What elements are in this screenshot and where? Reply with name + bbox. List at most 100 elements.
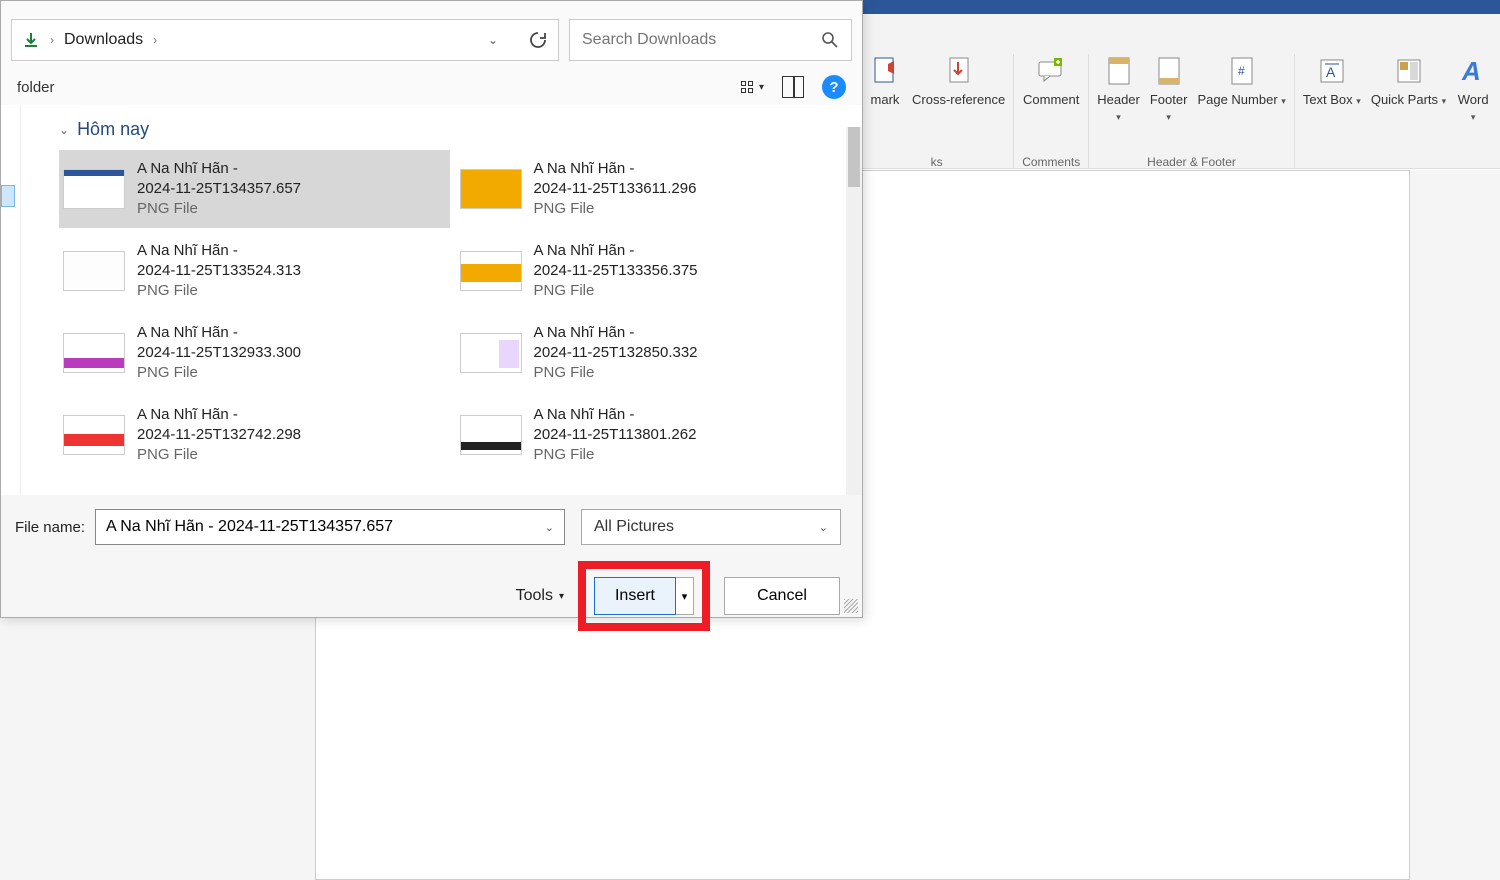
file-type: PNG File [534, 363, 698, 383]
chevron-down-icon[interactable]: ⌄ [545, 521, 554, 534]
insert-button-highlight: Insert ▾ [578, 561, 710, 631]
svg-text:#: # [1238, 64, 1245, 78]
cancel-button[interactable]: Cancel [724, 577, 840, 615]
file-type: PNG File [137, 199, 301, 219]
file-name-line2: 2024-11-25T132742.298 [137, 425, 301, 445]
insert-label: Insert [615, 587, 655, 605]
comment-button[interactable]: Comment [1023, 54, 1079, 108]
scrollbar-thumb[interactable] [848, 127, 860, 187]
search-box[interactable] [569, 19, 852, 61]
new-folder-label[interactable]: folder [17, 79, 55, 96]
footer-label: Footer▾ [1150, 92, 1188, 123]
quick-parts-icon [1392, 54, 1426, 88]
cross-reference-button[interactable]: Cross-reference [912, 54, 1005, 108]
page-number-button[interactable]: # Page Number ▾ [1197, 54, 1285, 123]
history-dropdown[interactable]: ⌄ [488, 33, 498, 47]
file-thumbnail [460, 169, 522, 209]
text-box-button[interactable]: A Text Box ▾ [1303, 54, 1361, 123]
filename-input[interactable]: A Na Nhĩ Hãn - 2024-11-25T134357.657 ⌄ [95, 509, 565, 545]
file-type: PNG File [534, 199, 697, 219]
chevron-down-icon: ▾ [559, 591, 564, 602]
search-input[interactable] [582, 31, 821, 49]
insert-dropdown-button[interactable]: ▾ [676, 577, 694, 615]
search-icon[interactable] [821, 31, 839, 49]
refresh-button[interactable] [528, 30, 548, 50]
cross-reference-icon [942, 54, 976, 88]
chevron-down-icon: ▾ [1166, 112, 1171, 122]
wordart-label: Word▾ [1458, 92, 1489, 123]
header-button[interactable]: Header▾ [1097, 54, 1140, 123]
file-name-line1: A Na Nhĩ Hãn - [534, 405, 697, 425]
view-grid-icon [741, 81, 753, 93]
insert-button[interactable]: Insert [594, 577, 676, 615]
file-thumbnail [63, 333, 125, 373]
scrollbar[interactable] [846, 127, 862, 497]
filename-label: File name: [1, 519, 85, 536]
chevron-down-icon: ▾ [1281, 96, 1286, 106]
file-thumbnail [63, 251, 125, 291]
resize-grip[interactable] [844, 599, 858, 613]
preview-pane-toggle[interactable] [782, 76, 804, 98]
cancel-label: Cancel [757, 587, 807, 605]
file-type: PNG File [137, 363, 301, 383]
chevron-right-icon: › [50, 33, 54, 47]
text-box-label: Text Box ▾ [1303, 92, 1361, 108]
filter-value: All Pictures [594, 518, 674, 536]
download-icon [22, 31, 40, 49]
chevron-down-icon: ▾ [1471, 112, 1476, 122]
file-item[interactable]: A Na Nhĩ Hãn - 2024-11-25T132742.298 PNG… [59, 396, 450, 474]
ribbon-group-comments: Comment Comments [1014, 54, 1089, 169]
chevron-down-icon: ▾ [759, 82, 764, 93]
comment-icon [1034, 54, 1068, 88]
file-item[interactable]: A Na Nhĩ Hãn - 2024-11-25T133611.296 PNG… [456, 150, 847, 228]
file-thumbnail [460, 251, 522, 291]
chevron-down-icon: ▾ [1356, 96, 1361, 106]
file-thumbnail [63, 169, 125, 209]
group-label: Hôm nay [77, 119, 149, 140]
help-icon[interactable]: ? [822, 75, 846, 99]
file-name-line2: 2024-11-25T133611.296 [534, 179, 697, 199]
view-mode-button[interactable]: ▾ [741, 81, 764, 93]
file-name-line2: 2024-11-25T132933.300 [137, 343, 301, 363]
file-item[interactable]: A Na Nhĩ Hãn - 2024-11-25T132850.332 PNG… [456, 314, 847, 392]
file-thumbnail [460, 333, 522, 373]
ribbon-group-label-links: ks [931, 155, 943, 169]
bookmark-button[interactable]: mark [868, 54, 902, 108]
file-item[interactable]: A Na Nhĩ Hãn - 2024-11-25T132933.300 PNG… [59, 314, 450, 392]
file-name-line2: 2024-11-25T133524.313 [137, 261, 301, 281]
chevron-down-icon: ⌄ [59, 123, 69, 137]
breadcrumb[interactable]: › Downloads › ⌄ [11, 19, 559, 61]
file-type-filter[interactable]: All Pictures ⌄ [581, 509, 841, 545]
quick-parts-button[interactable]: Quick Parts ▾ [1371, 54, 1446, 123]
breadcrumb-current[interactable]: Downloads [64, 31, 143, 49]
file-type: PNG File [137, 445, 301, 465]
file-list-pane: ⌄ Hôm nay A Na Nhĩ Hãn - 2024-11-25T1343… [1, 105, 862, 495]
page-number-label: Page Number ▾ [1197, 92, 1285, 108]
file-name-line1: A Na Nhĩ Hãn - [137, 405, 301, 425]
bookmark-icon [868, 54, 902, 88]
group-header-today[interactable]: ⌄ Hôm nay [39, 105, 862, 150]
dialog-toolbar: folder ▾ ? [1, 69, 862, 105]
file-item[interactable]: A Na Nhĩ Hãn - 2024-11-25T113801.262 PNG… [456, 396, 847, 474]
file-item[interactable]: A Na Nhĩ Hãn - 2024-11-25T134357.657 PNG… [59, 150, 450, 228]
file-name-line2: 2024-11-25T132850.332 [534, 343, 698, 363]
footer-button[interactable]: Footer▾ [1150, 54, 1188, 123]
file-type: PNG File [534, 281, 698, 301]
file-name-line1: A Na Nhĩ Hãn - [137, 241, 301, 261]
insert-picture-dialog: › Downloads › ⌄ folder ▾ ? [0, 0, 863, 618]
wordart-button[interactable]: A Word▾ [1456, 54, 1490, 123]
ribbon-group-label-comments: Comments [1022, 155, 1080, 169]
file-item[interactable]: A Na Nhĩ Hãn - 2024-11-25T133524.313 PNG… [59, 232, 450, 310]
file-name-line2: 2024-11-25T113801.262 [534, 425, 697, 445]
text-box-icon: A [1315, 54, 1349, 88]
chevron-down-icon: ▾ [1116, 112, 1121, 122]
tools-button[interactable]: Tools ▾ [516, 587, 564, 605]
wordart-icon: A [1456, 54, 1490, 88]
ribbon-group-header-footer: Header▾ Footer▾ # Page Number ▾ Header &… [1089, 54, 1295, 169]
file-item[interactable]: A Na Nhĩ Hãn - 2024-11-25T133356.375 PNG… [456, 232, 847, 310]
ribbon-group-text: A Text Box ▾ Quick Parts ▾ A Word▾ [1295, 54, 1498, 169]
file-type: PNG File [534, 445, 697, 465]
quick-parts-label: Quick Parts ▾ [1371, 92, 1446, 108]
ribbon-group-label-hf: Header & Footer [1147, 155, 1236, 169]
comment-label: Comment [1023, 92, 1079, 108]
